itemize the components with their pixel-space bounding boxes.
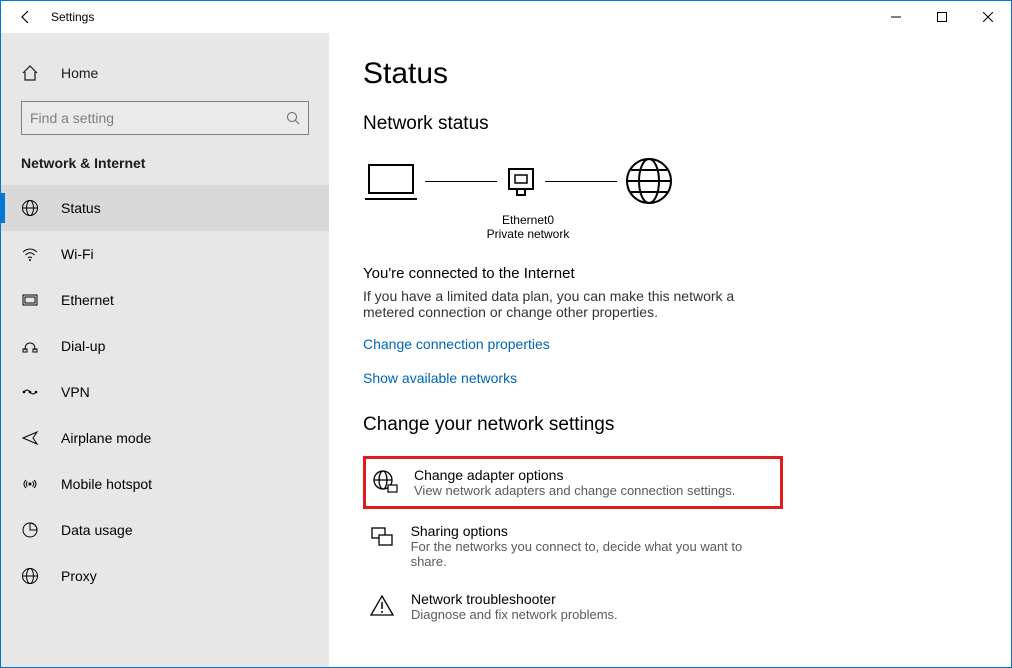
- page-title: Status: [363, 57, 1011, 91]
- sidebar-item-label: Status: [61, 200, 101, 216]
- sidebar-item-dialup[interactable]: Dial-up: [1, 323, 329, 369]
- close-button[interactable]: [965, 1, 1011, 33]
- troubleshooter-icon: [369, 591, 401, 619]
- sidebar-item-label: VPN: [61, 384, 90, 400]
- ethernet-icon: [21, 291, 45, 309]
- search-box[interactable]: [21, 101, 309, 135]
- search-icon: [286, 111, 300, 125]
- adapter-options-icon: [372, 467, 404, 495]
- sidebar-item-hotspot[interactable]: Mobile hotspot: [1, 461, 329, 507]
- back-button[interactable]: [11, 9, 41, 25]
- sidebar-item-label: Ethernet: [61, 292, 114, 308]
- show-available-networks-link[interactable]: Show available networks: [363, 370, 1011, 386]
- change-adapter-options[interactable]: Change adapter options View network adap…: [363, 456, 783, 509]
- option-title: Sharing options: [411, 523, 777, 539]
- computer-icon: [363, 159, 419, 203]
- option-title: Change adapter options: [414, 467, 735, 483]
- network-type: Private network: [473, 227, 583, 241]
- sharing-options-icon: [369, 523, 401, 551]
- sidebar-item-label: Proxy: [61, 568, 97, 584]
- window-title: Settings: [51, 10, 94, 24]
- titlebar: Settings: [1, 1, 1011, 33]
- section-title: Network status: [363, 113, 1011, 135]
- network-troubleshooter[interactable]: Network troubleshooter Diagnose and fix …: [363, 583, 783, 630]
- sidebar-item-label: Mobile hotspot: [61, 476, 152, 492]
- globe-icon: [21, 199, 45, 217]
- change-connection-properties-link[interactable]: Change connection properties: [363, 336, 1011, 352]
- option-desc: Diagnose and fix network problems.: [411, 607, 618, 622]
- wifi-icon: [21, 245, 45, 263]
- sidebar-item-status[interactable]: Status: [1, 185, 329, 231]
- hotspot-icon: [21, 475, 45, 493]
- sidebar-item-datausage[interactable]: Data usage: [1, 507, 329, 553]
- content: Status Network status Ethernet0 Private …: [329, 33, 1011, 667]
- diagram-caption: Ethernet0 Private network: [473, 213, 583, 241]
- internet-globe-icon: [623, 155, 675, 207]
- proxy-icon: [21, 567, 45, 585]
- sidebar-item-label: Airplane mode: [61, 430, 151, 446]
- minimize-button[interactable]: [873, 1, 919, 33]
- option-title: Network troubleshooter: [411, 591, 618, 607]
- home-label: Home: [61, 65, 98, 81]
- sidebar-item-proxy[interactable]: Proxy: [1, 553, 329, 599]
- sharing-options[interactable]: Sharing options For the networks you con…: [363, 515, 783, 577]
- sidebar: Home Network & Internet Status: [1, 33, 329, 667]
- sidebar-item-label: Wi-Fi: [61, 246, 94, 262]
- maximize-button[interactable]: [919, 1, 965, 33]
- sidebar-item-vpn[interactable]: VPN: [1, 369, 329, 415]
- network-diagram: [363, 155, 1011, 207]
- connection-description: If you have a limited data plan, you can…: [363, 288, 783, 320]
- sidebar-item-airplane[interactable]: Airplane mode: [1, 415, 329, 461]
- adapter-name: Ethernet0: [473, 213, 583, 227]
- option-desc: View network adapters and change connect…: [414, 483, 735, 498]
- home-icon: [21, 64, 45, 82]
- change-settings-heading: Change your network settings: [363, 414, 1011, 436]
- airplane-icon: [21, 429, 45, 447]
- option-desc: For the networks you connect to, decide …: [411, 539, 777, 569]
- section-heading: Network & Internet: [1, 147, 329, 185]
- sidebar-item-label: Dial-up: [61, 338, 105, 354]
- connection-status-text: You're connected to the Internet: [363, 265, 1011, 282]
- sidebar-item-wifi[interactable]: Wi-Fi: [1, 231, 329, 277]
- adapter-icon: [503, 163, 539, 199]
- sidebar-item-label: Data usage: [61, 522, 133, 538]
- search-input[interactable]: [30, 110, 286, 126]
- sidebar-item-ethernet[interactable]: Ethernet: [1, 277, 329, 323]
- dialup-icon: [21, 337, 45, 355]
- data-usage-icon: [21, 521, 45, 539]
- home-nav[interactable]: Home: [1, 53, 329, 93]
- vpn-icon: [21, 385, 45, 399]
